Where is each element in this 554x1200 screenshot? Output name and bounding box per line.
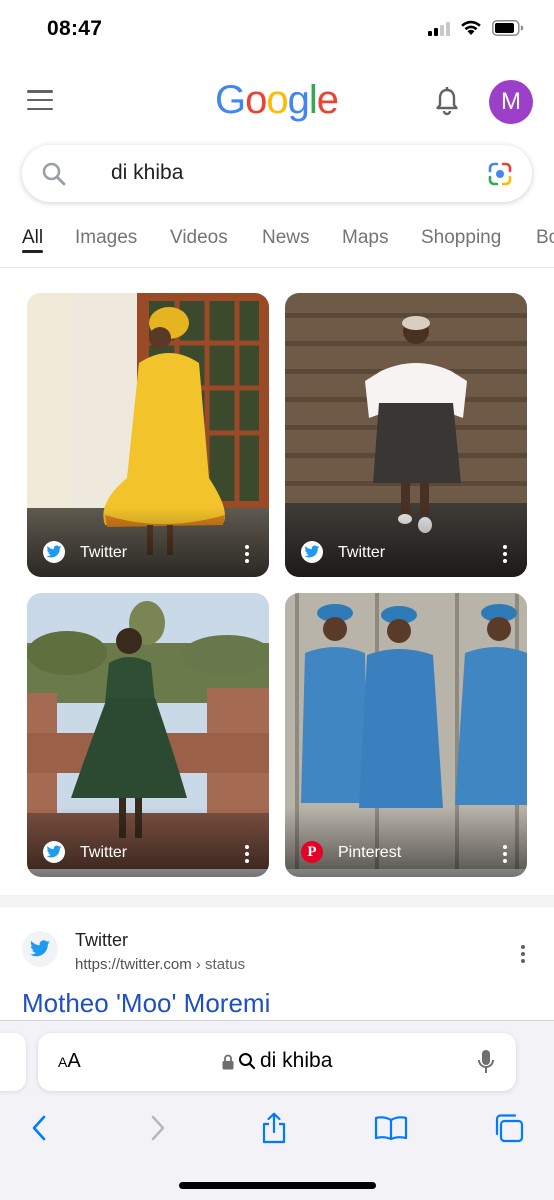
image-result-4[interactable]: P Pinterest (285, 593, 527, 877)
back-button[interactable] (22, 1111, 56, 1145)
bookmarks-button[interactable] (374, 1111, 408, 1145)
aa-large: A (67, 1050, 81, 1072)
section-divider (0, 895, 554, 907)
logo-letter: e (316, 78, 339, 122)
result-url-breadcrumb: › status (195, 956, 246, 973)
menu-icon[interactable] (27, 90, 53, 110)
lock-icon (222, 1054, 234, 1070)
pinterest-icon: P (301, 841, 323, 863)
image-source-label: Twitter (80, 544, 128, 561)
image-result-2[interactable]: Twitter (285, 293, 527, 577)
more-options-icon[interactable] (245, 845, 251, 863)
logo-letter: G (215, 78, 246, 122)
more-options-icon[interactable] (245, 545, 251, 563)
search-tabs: All Images Videos News Maps Shopping Bo (0, 222, 554, 268)
twitter-icon (43, 541, 65, 563)
twitter-icon (22, 931, 58, 967)
aa-small: A (58, 1054, 68, 1070)
status-icons (428, 20, 524, 36)
image-result-3[interactable]: Twitter (27, 593, 269, 877)
tabs-button[interactable] (492, 1111, 526, 1145)
forward-button[interactable] (141, 1111, 175, 1145)
chevron-right-icon (151, 1115, 165, 1141)
more-options-icon[interactable] (503, 545, 509, 563)
home-indicator[interactable] (179, 1182, 376, 1189)
status-bar: 08:47 (0, 0, 554, 60)
account-avatar[interactable]: M (489, 80, 533, 124)
image-source-label: Pinterest (338, 844, 402, 861)
google-header: Google M (0, 78, 554, 126)
image-source-label: Twitter (338, 544, 386, 561)
tab-videos[interactable]: Videos (170, 227, 228, 249)
tab-maps[interactable]: Maps (342, 227, 388, 249)
chevron-left-icon (32, 1115, 46, 1141)
twitter-icon (301, 541, 323, 563)
image-result-1[interactable]: Twitter (27, 293, 269, 577)
google-lens-icon[interactable] (486, 160, 514, 188)
tab-news[interactable]: News (262, 227, 310, 249)
status-time: 08:47 (47, 17, 103, 40)
search-box[interactable]: di khiba (22, 145, 532, 202)
tab-all[interactable]: All (22, 227, 43, 249)
tab-bo[interactable]: Bo (536, 227, 554, 249)
battery-icon (492, 20, 524, 36)
logo-letter: g (287, 78, 310, 122)
tabs-icon (495, 1114, 524, 1143)
logo-letter: l (308, 78, 318, 122)
wifi-icon (461, 20, 481, 35)
result-url: https://twitter.com › status (75, 956, 245, 973)
active-tab-indicator (22, 250, 43, 253)
result-title-link[interactable]: Motheo 'Moo' Moremi (22, 988, 270, 1019)
book-icon (374, 1116, 408, 1141)
google-logo[interactable]: Google (215, 78, 339, 123)
address-text[interactable]: di khiba (260, 1049, 332, 1073)
notifications-bell-icon[interactable] (433, 86, 461, 116)
tab-images[interactable]: Images (75, 227, 137, 249)
result-more-options-icon[interactable] (521, 945, 527, 963)
share-button[interactable] (257, 1111, 291, 1145)
search-icon[interactable] (40, 160, 68, 188)
result-site-name: Twitter (75, 930, 129, 950)
address-bar[interactable]: AA di khiba (38, 1033, 516, 1091)
tab-shopping[interactable]: Shopping (421, 227, 501, 249)
share-icon (262, 1112, 286, 1144)
page-settings-button[interactable]: AA (58, 1050, 81, 1073)
logo-letter: o (266, 78, 288, 122)
image-source-label: Twitter (80, 844, 128, 861)
microphone-icon[interactable] (476, 1048, 496, 1076)
result-url-domain: https://twitter.com (75, 956, 192, 973)
twitter-icon (43, 841, 65, 863)
logo-letter: o (245, 78, 267, 122)
search-query[interactable]: di khiba (111, 161, 183, 185)
more-options-icon[interactable] (503, 845, 509, 863)
search-icon (239, 1053, 256, 1070)
safari-bottom-bar: AA di khiba (0, 1020, 554, 1200)
previous-tab-preview[interactable] (0, 1033, 26, 1091)
cellular-signal-icon (428, 20, 450, 36)
